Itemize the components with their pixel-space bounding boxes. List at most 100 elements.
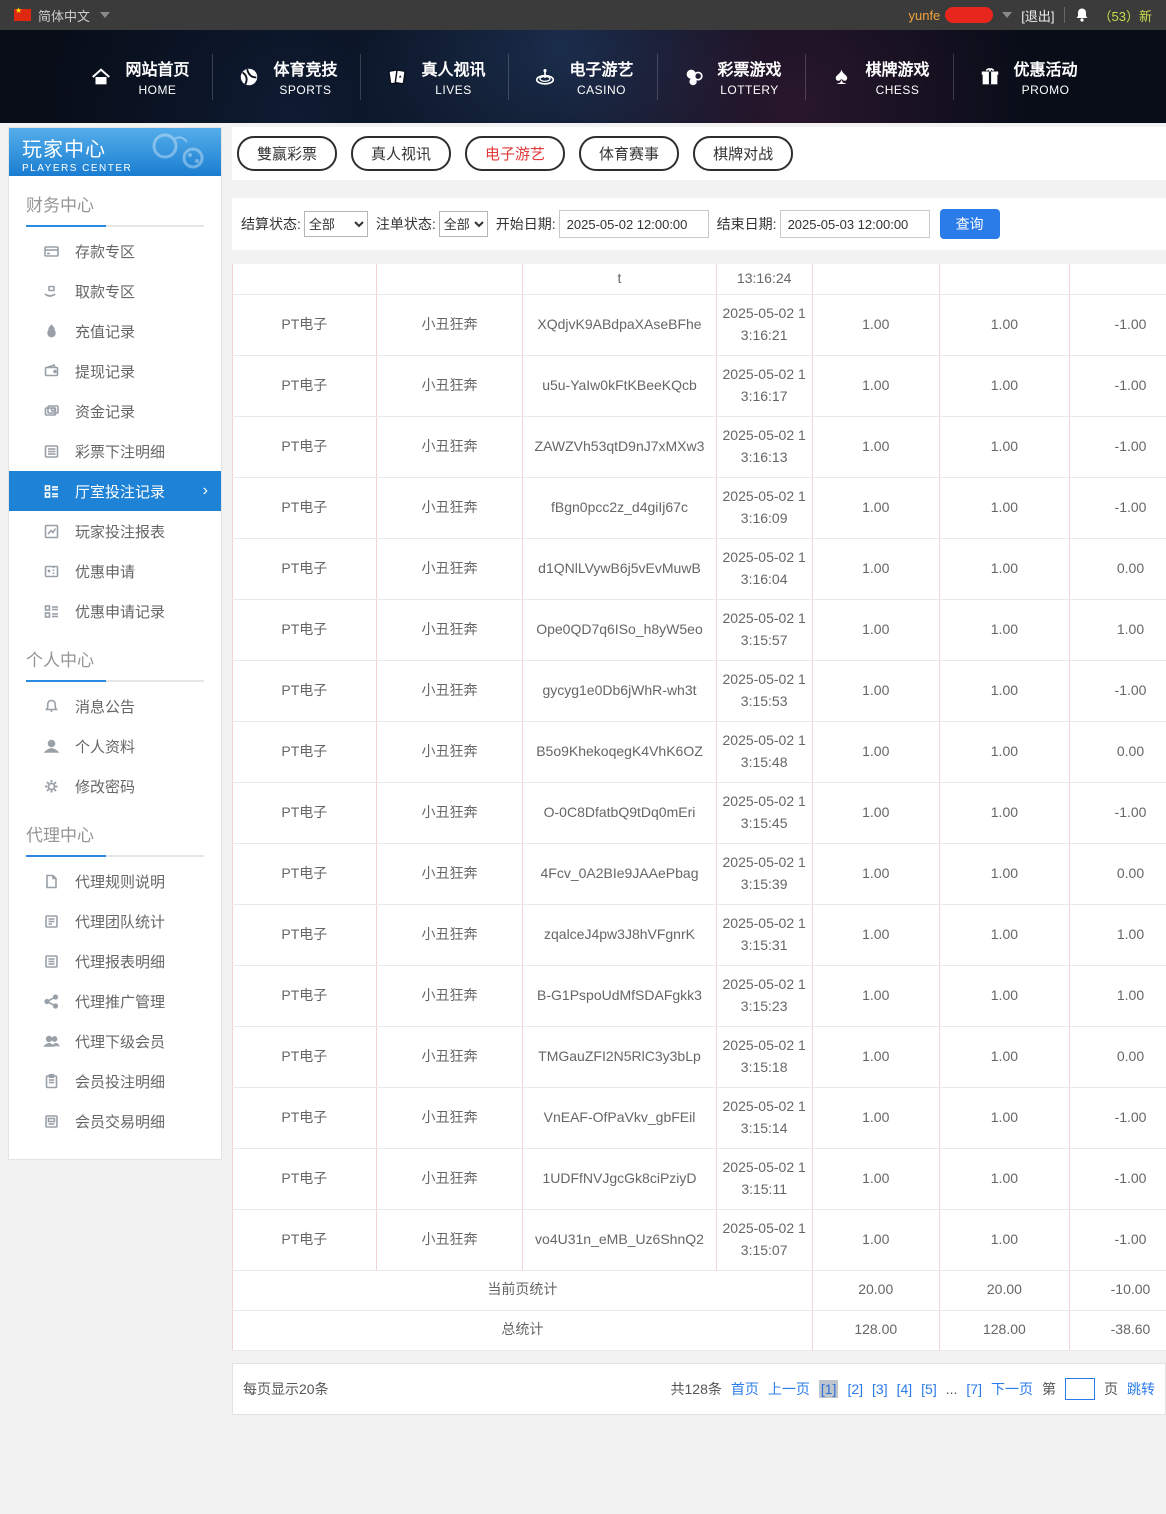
sidebar-item-label: 修改密码 (75, 778, 136, 796)
notice-count[interactable]: （53）新 (1099, 6, 1152, 25)
sidebar-item-label: 优惠申请记录 (75, 603, 166, 621)
nav-item-lives[interactable]: 真人视讯 LIVES (361, 56, 508, 97)
sidebar-item-label: 个人资料 (75, 738, 136, 756)
next-page-link[interactable]: 下一页 (991, 1379, 1033, 1399)
prev-page-link[interactable]: 上一页 (768, 1379, 810, 1399)
page-link[interactable]: [3] (872, 1381, 888, 1397)
page-link[interactable]: [7] (966, 1381, 982, 1397)
sidebar-item[interactable]: 玩家投注报表 (9, 511, 221, 551)
cell-win-loss: 1.00 (1069, 964, 1166, 1027)
chevron-down-icon[interactable] (100, 12, 111, 18)
nav-item-home[interactable]: 网站首页 HOME (65, 56, 212, 97)
search-button[interactable]: 查询 (939, 209, 1000, 239)
tab[interactable]: 体育赛事 (579, 136, 680, 171)
bell-icon (43, 698, 60, 715)
settle-status-select[interactable]: 全部 (303, 211, 368, 237)
cell-win-loss: 0.00 (1069, 842, 1166, 905)
cell-order-id: TMGauZFI2N5RlC3y3bLp (522, 1025, 717, 1088)
nav-item-sports[interactable]: 体育竞技 SPORTS (213, 56, 360, 97)
list-icon (43, 483, 60, 500)
cell-venue: PT电子 (232, 293, 377, 356)
sidebar-item[interactable]: 存款专区 (9, 231, 221, 271)
sidebar-item[interactable]: 提现记录 (9, 351, 221, 391)
category-tabs: 雙赢彩票 真人视讯 电子游艺 体育赛事 棋牌对战 (232, 127, 1166, 180)
order-status-label: 注单状态: (375, 216, 436, 232)
table-row: PT电子 小丑狂奔 d1QNlLVywB6j5vEvMuwB 2025-05-0… (232, 537, 1166, 600)
sidebar-item[interactable]: 彩票下注明细 (9, 431, 221, 471)
sidebar-item[interactable]: 代理推广管理 (9, 981, 221, 1021)
nav-label-en: PROMO (1021, 83, 1070, 97)
language-bar: ★ 简体中文 yunfe [退出] （53）新 (0, 0, 1166, 30)
tab[interactable]: 雙赢彩票 (237, 136, 338, 171)
nav-item-lottery[interactable]: 彩票游戏 LOTTERY (658, 56, 805, 97)
language-selector[interactable]: 简体中文 (38, 6, 90, 25)
summary-valid: 20.00 (938, 1269, 1071, 1311)
sidebar-item[interactable]: 代理规则说明 (9, 861, 221, 901)
cell-order-id: t (522, 264, 717, 295)
lives-icon (384, 66, 410, 88)
sidebar-section-title: 代理中心 (26, 826, 94, 845)
sidebar-item[interactable]: 资金记录 (9, 391, 221, 431)
cell-datetime: 2025-05-02 13:15:07 (715, 1208, 813, 1271)
cell-venue: PT电子 (232, 1086, 377, 1149)
cell-venue: PT电子 (232, 415, 377, 478)
cell-order-id: fBgn0pcc2z_d4giIj67c (522, 476, 717, 539)
page-link[interactable]: [1] (818, 1379, 839, 1398)
table-row: PT电子 小丑狂奔 B-G1PspoUdMfSDAFgkk3 2025-05-0… (232, 964, 1166, 1027)
cell-game: 小丑狂奔 (375, 903, 524, 966)
cell-win-loss: 1.00 (1069, 903, 1166, 966)
jump-page-input[interactable] (1065, 1377, 1095, 1400)
start-date-input[interactable] (558, 210, 709, 238)
sidebar-item[interactable]: 修改密码 (9, 766, 221, 806)
nav-item-casino[interactable]: 电子游艺 CASINO (509, 56, 656, 97)
cell-venue: PT电子 (232, 1208, 377, 1271)
tab[interactable]: 电子游艺 (465, 136, 566, 171)
cell-order-id: ZAWZVh53qtD9nJ7xMXw3 (522, 415, 717, 478)
bell-icon[interactable] (1074, 7, 1090, 23)
page-link[interactable]: [4] (897, 1381, 913, 1397)
nav-item-promo[interactable]: 优惠活动 PROMO (954, 56, 1101, 97)
cell-game: 小丑狂奔 (375, 964, 524, 1027)
sidebar-item[interactable]: 充值记录 (9, 311, 221, 351)
card-icon (43, 243, 60, 260)
sidebar-item[interactable]: 优惠申请记录 (9, 591, 221, 631)
username[interactable]: yunfe (908, 8, 940, 23)
sidebar-item-label: 消息公告 (75, 698, 136, 716)
tab[interactable]: 真人视讯 (351, 136, 452, 171)
wallet-icon (43, 363, 60, 380)
cell-win-loss: -1.00 (1069, 354, 1166, 417)
first-page-link[interactable]: 首页 (731, 1379, 759, 1399)
sidebar-item[interactable]: 厅室投注记录 › (9, 471, 221, 511)
cell-order-id: u5u-YaIw0kFtKBeeKQcb (522, 354, 717, 417)
page-link[interactable]: [5] (921, 1381, 937, 1397)
cell-game: 小丑狂奔 (375, 293, 524, 356)
cell-datetime: 2025-05-02 13:15:18 (715, 1025, 813, 1088)
sidebar-item[interactable]: 会员交易明细 (9, 1101, 221, 1141)
section-underline (26, 680, 204, 682)
cell-datetime: 2025-05-02 13:16:09 (715, 476, 813, 539)
chevron-down-icon[interactable] (1002, 12, 1013, 18)
sidebar-item[interactable]: 取款专区 (9, 271, 221, 311)
summary-row: 当前页统计 20.00 20.00 -10.00 (232, 1269, 1166, 1311)
cell-datetime: 2025-05-02 13:15:45 (715, 781, 813, 844)
nav-label-en: LIVES (435, 83, 472, 97)
sidebar-item[interactable]: 会员投注明细 (9, 1061, 221, 1101)
sidebar-item[interactable]: 优惠申请 (9, 551, 221, 591)
logout-button[interactable]: [退出] (1021, 6, 1054, 25)
sidebar-item[interactable]: 个人资料 (9, 726, 221, 766)
tab[interactable]: 棋牌对战 (693, 136, 794, 171)
sidebar-item[interactable]: 代理团队统计 (9, 901, 221, 941)
jump-button[interactable]: 跳转 (1127, 1379, 1155, 1399)
sidebar-item[interactable]: 代理下级会员 (9, 1021, 221, 1061)
nav-item-chess[interactable]: ♠ 棋牌游戏 CHESS (806, 56, 953, 97)
end-date-input[interactable] (779, 210, 930, 238)
summary-label: 总统计 (232, 1309, 813, 1351)
table-row: PT电子 小丑狂奔 TMGauZFI2N5RlC3y3bLp 2025-05-0… (232, 1025, 1166, 1088)
cell-valid-bet: 1.00 (938, 354, 1071, 417)
page-link[interactable]: [2] (847, 1381, 863, 1397)
sidebar-item[interactable]: 消息公告 (9, 686, 221, 726)
order-status-select[interactable]: 全部 (438, 211, 488, 237)
username-redaction (945, 7, 994, 23)
sidebar-item[interactable]: 代理报表明细 (9, 941, 221, 981)
cell-venue: PT电子 (232, 903, 377, 966)
